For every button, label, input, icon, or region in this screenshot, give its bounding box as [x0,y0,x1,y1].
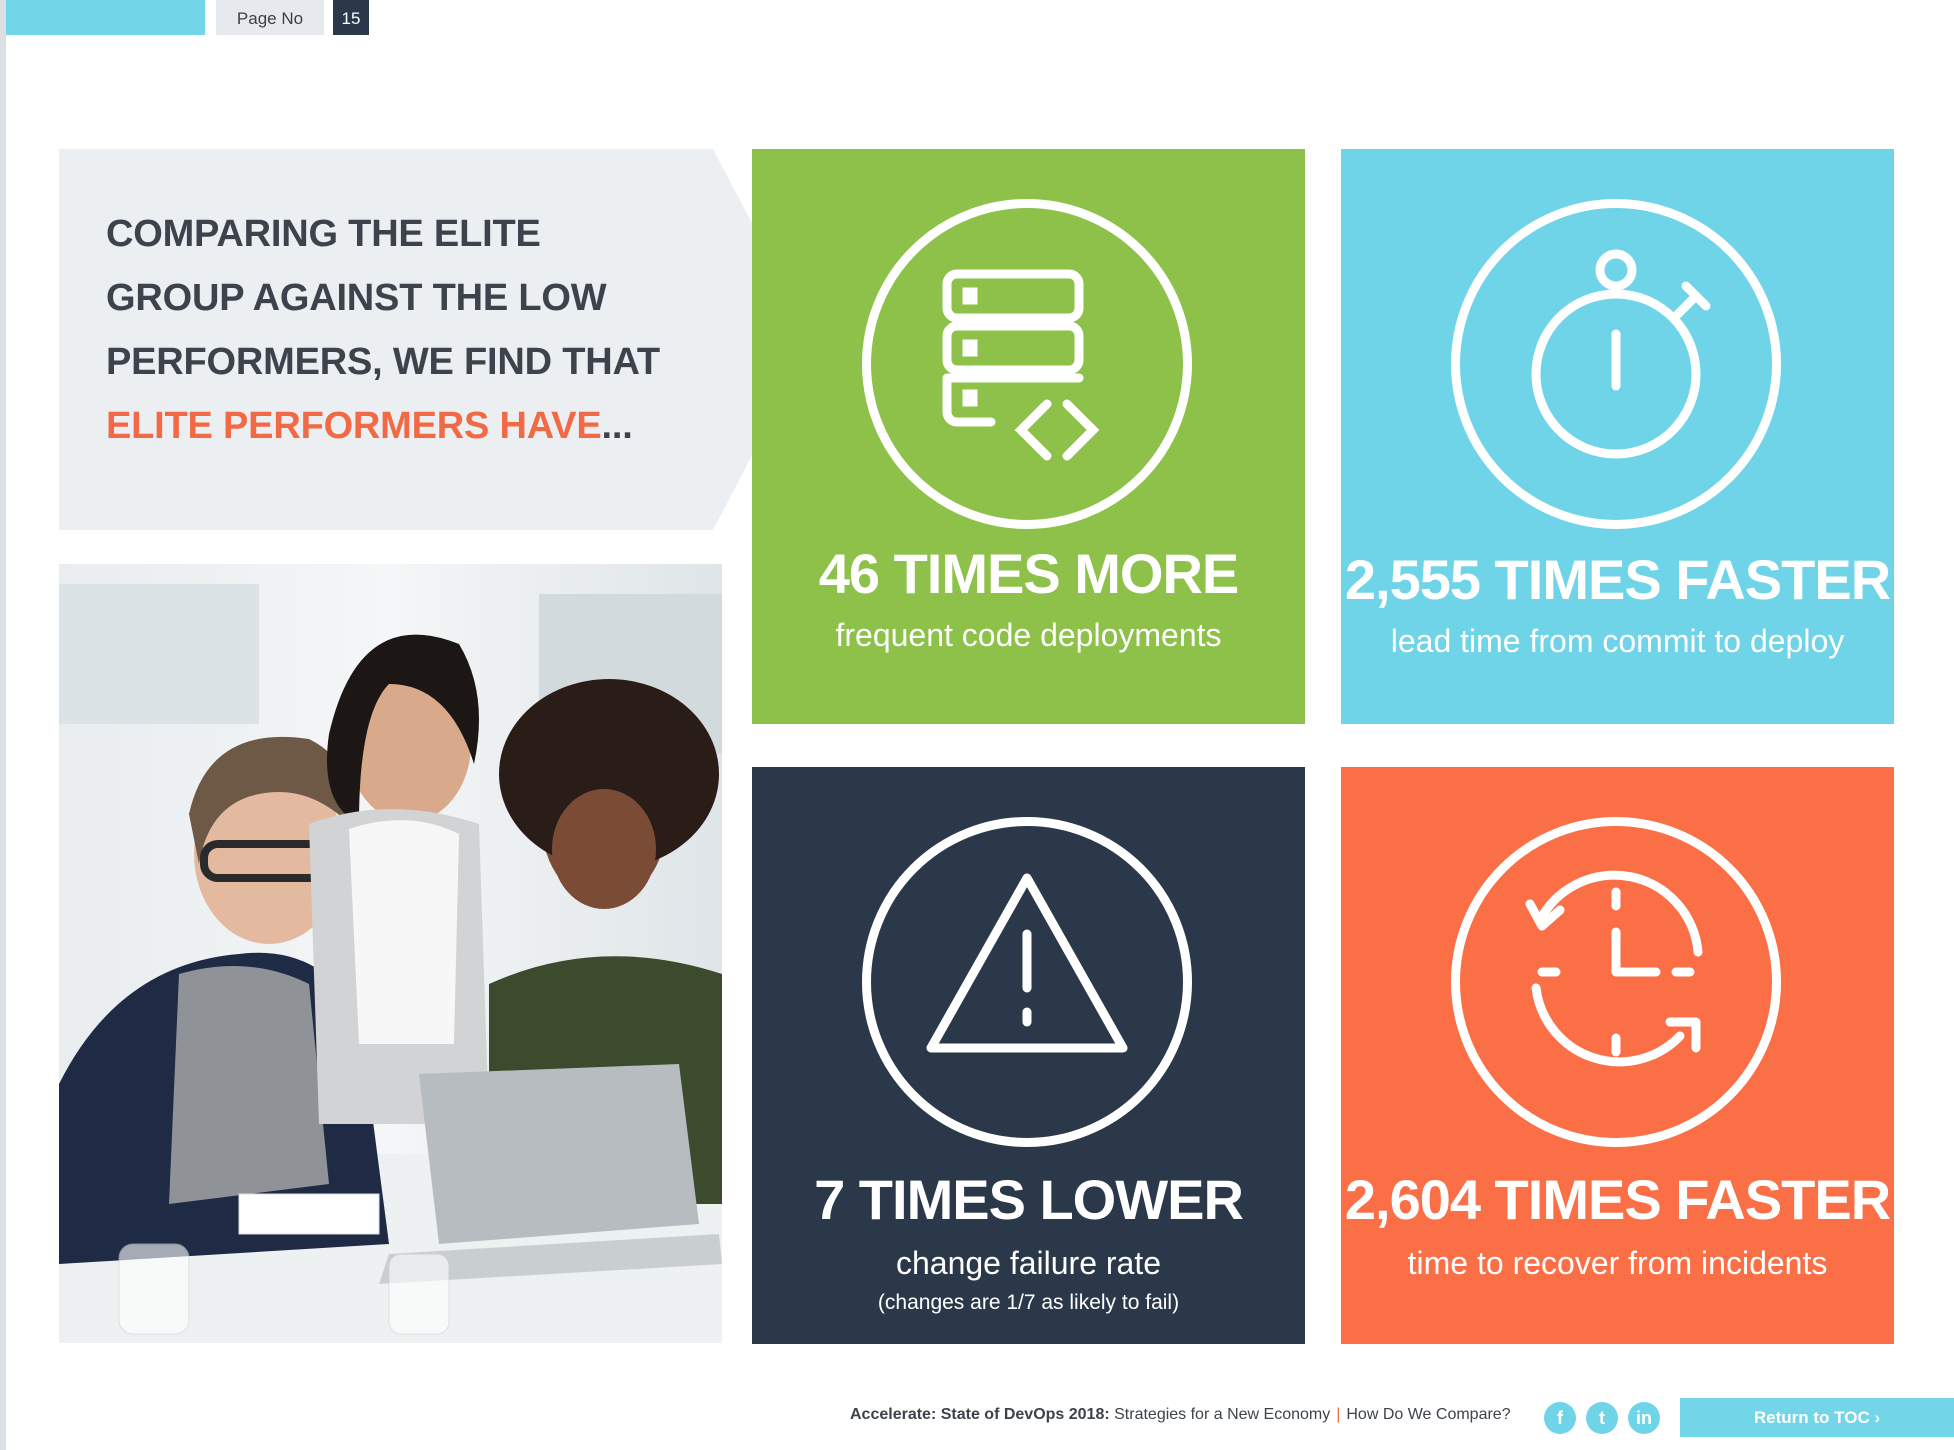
intro-text: COMPARING THE ELITE GROUP AGAINST THE LO… [106,202,686,458]
intro-line-3: PERFORMERS, WE FIND THAT [106,341,660,383]
stopwatch-icon [1451,199,1781,529]
stat-description: time to recover from incidents [1407,1245,1828,1281]
stat-tile-failure-rate: 7 TIMES LOWER change failure rate (chang… [752,767,1305,1344]
intro-line-1: COMPARING THE ELITE [106,213,541,255]
stat-tile-lead-time: 2,555 TIMES FASTER lead time from commit… [1341,149,1894,724]
stat-tile-deployments: 46 TIMES MORE frequent code deployments [752,149,1305,724]
page-left-rule [0,0,6,1450]
facebook-icon[interactable]: f [1544,1402,1576,1434]
linkedin-icon[interactable]: in [1628,1402,1660,1434]
warning-triangle-icon [862,817,1192,1147]
footer-section: How Do We Compare? [1346,1406,1511,1423]
clock-recovery-icon [1451,817,1781,1147]
team-photo [59,564,722,1343]
footer-report-subtitle: Strategies for a New Economy [1114,1406,1331,1423]
page-number-label: Page No [216,0,324,35]
intro-line-2: GROUP AGAINST THE LOW [106,277,607,319]
stat-note: (changes are 1/7 as likely to fail) [877,1291,1180,1314]
header-accent-bar [6,0,205,35]
stat-headline: 7 TIMES LOWER [814,1168,1244,1231]
twitter-icon[interactable]: t [1586,1402,1618,1434]
stat-description: frequent code deployments [835,617,1222,653]
stat-description: change failure rate [895,1245,1162,1281]
stat-headline: 2,555 TIMES FASTER [1344,548,1891,611]
stat-headline: 2,604 TIMES FASTER [1344,1168,1891,1231]
stat-description: lead time from commit to deploy [1390,623,1845,659]
server-code-icon [862,199,1192,529]
intro-accent: ELITE PERFORMERS HAVE [106,405,602,447]
stat-tile-recovery: 2,604 TIMES FASTER time to recover from … [1341,767,1894,1344]
footer-separator: | [1336,1406,1341,1423]
intro-ellipsis: ... [601,405,633,447]
footer-report-title: Accelerate: State of DevOps 2018: [850,1406,1110,1423]
stat-headline: 46 TIMES MORE [818,542,1240,605]
page-number: 15 [333,0,369,35]
footer-title: Accelerate: State of DevOps 2018: Strate… [850,1406,1511,1424]
return-to-toc-button[interactable]: Return to TOC › [1680,1398,1954,1437]
